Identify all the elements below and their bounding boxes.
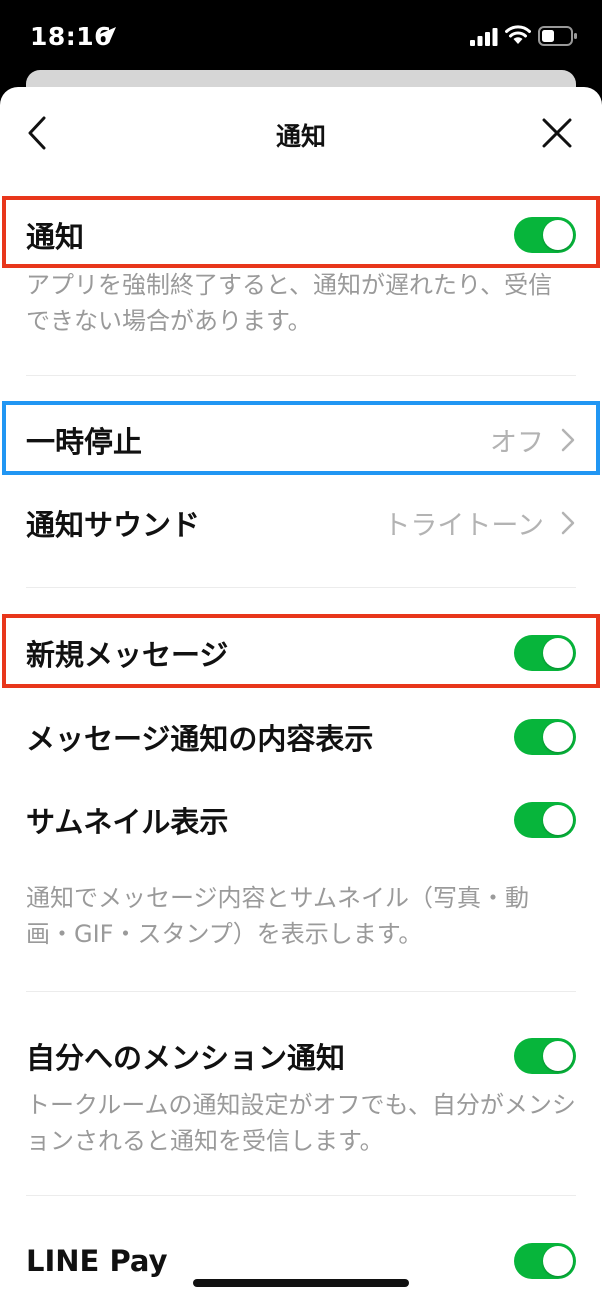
highlight-box-notification	[2, 196, 600, 268]
toggle-knob	[543, 722, 573, 752]
line-pay-toggle[interactable]	[514, 1243, 576, 1279]
location-arrow-icon	[100, 27, 116, 43]
divider	[26, 375, 576, 376]
divider	[26, 991, 576, 992]
toggle-knob	[543, 805, 573, 835]
mention-label: 自分へのメンション通知	[26, 1041, 346, 1075]
battery-icon	[538, 26, 577, 46]
sound-label: 通知サウンド	[26, 508, 201, 542]
cellular-signal-icon	[470, 28, 498, 46]
line-pay-row[interactable]: LINE Pay	[0, 1221, 602, 1301]
mention-row[interactable]: 自分へのメンション通知	[0, 1016, 602, 1096]
status-bar: 18:16	[0, 0, 602, 80]
thumbnail-description: 通知でメッセージ内容とサムネイル（写真・動画・GIF・スタンプ）を表示します。	[26, 884, 530, 948]
toggle-knob	[543, 1246, 573, 1276]
sound-row[interactable]: 通知サウンド トライトーン	[0, 483, 602, 563]
toggle-knob	[543, 1041, 573, 1071]
thumbnail-toggle[interactable]	[514, 802, 576, 838]
sound-value: トライトーン	[383, 510, 544, 542]
home-indicator[interactable]	[193, 1279, 409, 1287]
close-icon[interactable]	[540, 116, 574, 150]
line-pay-label: LINE Pay	[26, 1244, 168, 1278]
navigation-bar: 通知	[0, 87, 602, 177]
thumbnail-label: サムネイル表示	[26, 805, 229, 839]
highlight-box-pause	[2, 401, 600, 475]
message-content-label: メッセージ通知の内容表示	[26, 722, 374, 756]
mention-description: トークルームの通知設定がオフでも、自分がメンションされると通知を受信します。	[26, 1091, 576, 1155]
divider	[26, 587, 576, 588]
thumbnail-row[interactable]: サムネイル表示	[0, 780, 602, 860]
wifi-icon	[505, 25, 531, 44]
chevron-right-icon	[561, 511, 575, 535]
notification-settings-sheet: 通知 通知 アプリを強制終了すると、通知が遅れたり、受信できない場合があります。…	[0, 87, 602, 1303]
divider	[26, 1195, 576, 1196]
highlight-box-new-message	[2, 614, 600, 688]
message-content-row[interactable]: メッセージ通知の内容表示	[0, 697, 602, 777]
mention-toggle[interactable]	[514, 1038, 576, 1074]
page-title: 通知	[275, 122, 326, 151]
notification-description: アプリを強制終了すると、通知が遅れたり、受信できない場合があります。	[26, 271, 553, 335]
message-content-toggle[interactable]	[514, 719, 576, 755]
